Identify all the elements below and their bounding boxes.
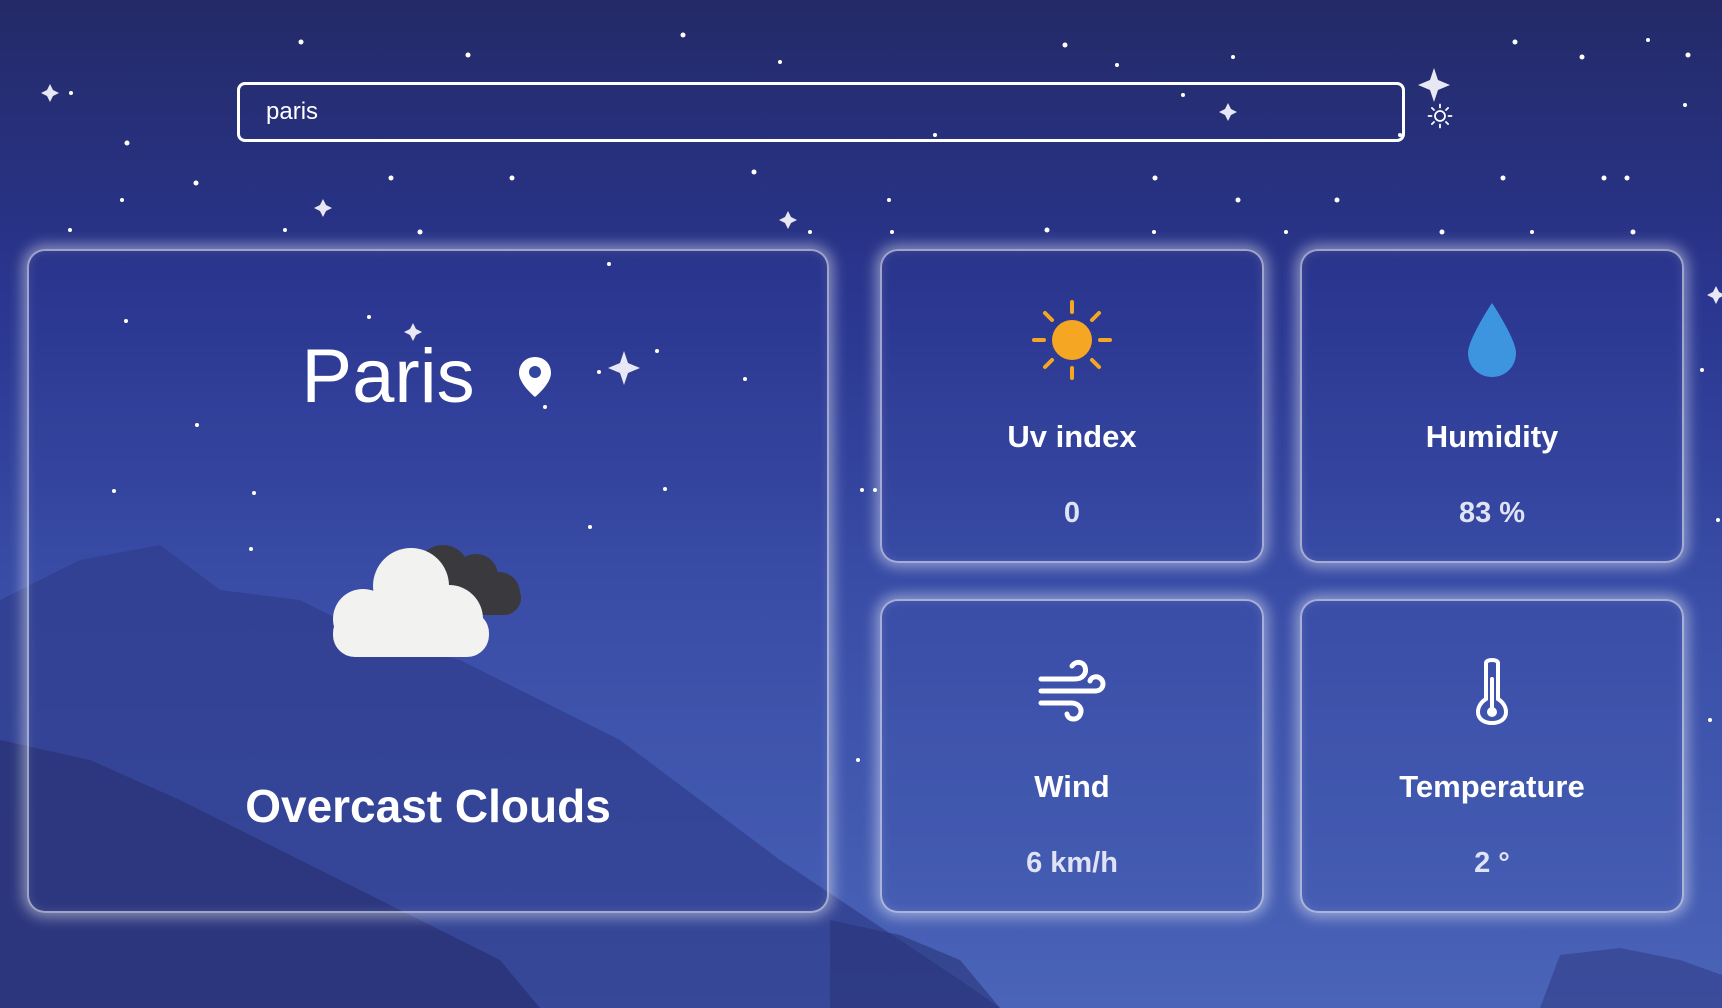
temperature-label: Temperature — [1399, 769, 1585, 804]
weather-condition-text: Overcast Clouds — [245, 780, 611, 832]
humidity-card: Humidity 83 % — [1300, 249, 1684, 563]
wind-icon — [1038, 659, 1106, 722]
uv-index-label: Uv index — [1007, 419, 1137, 454]
overcast-clouds-icon — [333, 545, 521, 657]
wind-label: Wind — [1034, 769, 1110, 804]
temperature-card: Temperature 2 ° — [1300, 599, 1684, 913]
city-search-input[interactable] — [237, 82, 1405, 142]
uv-index-value: 0 — [1063, 497, 1081, 529]
city-name: Paris — [301, 334, 475, 419]
temperature-value: 2 ° — [1474, 847, 1510, 879]
humidity-label: Humidity — [1425, 419, 1559, 454]
sun-outline-icon — [1427, 103, 1453, 129]
city-heading: Paris — [29, 333, 827, 420]
wind-value: 6 km/h — [1026, 847, 1118, 879]
sun-icon — [1032, 300, 1112, 380]
humidity-value: 83 % — [1458, 497, 1526, 529]
current-weather-card: Paris Overcast Clouds — [27, 249, 829, 913]
water-drop-icon — [1468, 303, 1516, 377]
theme-toggle-sun-icon[interactable] — [1424, 100, 1456, 132]
thermometer-icon — [1475, 658, 1509, 725]
uv-index-card: Uv index 0 — [880, 249, 1264, 563]
location-pin-icon — [518, 356, 551, 397]
wind-card: Wind 6 km/h — [880, 599, 1264, 913]
